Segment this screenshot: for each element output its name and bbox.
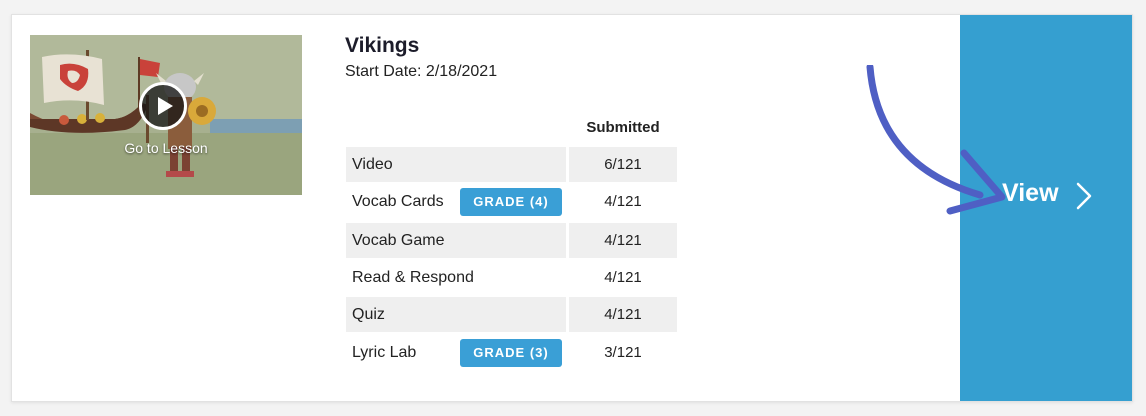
- grade-button[interactable]: GRADE (4): [460, 188, 562, 216]
- table-row: Quiz 4/121: [346, 297, 678, 332]
- activity-cell: Quiz: [346, 297, 566, 332]
- submitted-count: 4/121: [604, 193, 642, 210]
- activity-cell: Vocab Game: [346, 223, 566, 258]
- activity-cell: Vocab Cards GRADE (4): [346, 184, 566, 219]
- table-row: Read & Respond 4/121: [346, 260, 678, 295]
- view-label: View: [1002, 179, 1059, 207]
- activity-label: Lyric Lab: [352, 344, 417, 361]
- go-to-lesson-label: Go to Lesson: [124, 140, 208, 156]
- play-button[interactable]: [139, 82, 187, 130]
- table-row: Vocab Cards GRADE (4) 4/121: [346, 184, 678, 219]
- submitted-column-header: Submitted: [586, 119, 660, 136]
- submitted-count: 3/121: [604, 344, 642, 361]
- activity-cell: Read & Respond: [346, 260, 566, 295]
- play-icon: [158, 97, 173, 115]
- activity-label: Read & Respond: [352, 269, 474, 286]
- submitted-count: 4/121: [569, 223, 677, 258]
- lesson-card: Go to Lesson Vikings Start Date: 2/18/20…: [11, 14, 1133, 402]
- table-row: Vocab Game 4/121: [346, 223, 678, 258]
- table-row: Video 6/121: [346, 147, 678, 182]
- activity-label: Vocab Cards: [352, 193, 444, 210]
- activity-label: Video: [352, 156, 393, 173]
- activity-label: Vocab Game: [352, 232, 445, 249]
- grade-button[interactable]: GRADE (3): [460, 339, 562, 367]
- curved-arrow-icon: [866, 65, 1006, 215]
- chevron-right-icon: [1076, 182, 1092, 210]
- submitted-count: 4/121: [569, 297, 677, 332]
- start-date: Start Date: 2/18/2021: [345, 63, 498, 80]
- activity-label: Quiz: [352, 306, 385, 323]
- lesson-title: Vikings: [345, 34, 420, 57]
- activity-cell: Video: [346, 147, 566, 182]
- lesson-thumbnail[interactable]: Go to Lesson: [30, 35, 302, 195]
- table-row: Lyric Lab GRADE (3) 3/121: [346, 335, 678, 370]
- submitted-count: 6/121: [569, 147, 677, 182]
- submitted-count: 4/121: [604, 269, 642, 286]
- activity-cell: Lyric Lab GRADE (3): [346, 335, 566, 370]
